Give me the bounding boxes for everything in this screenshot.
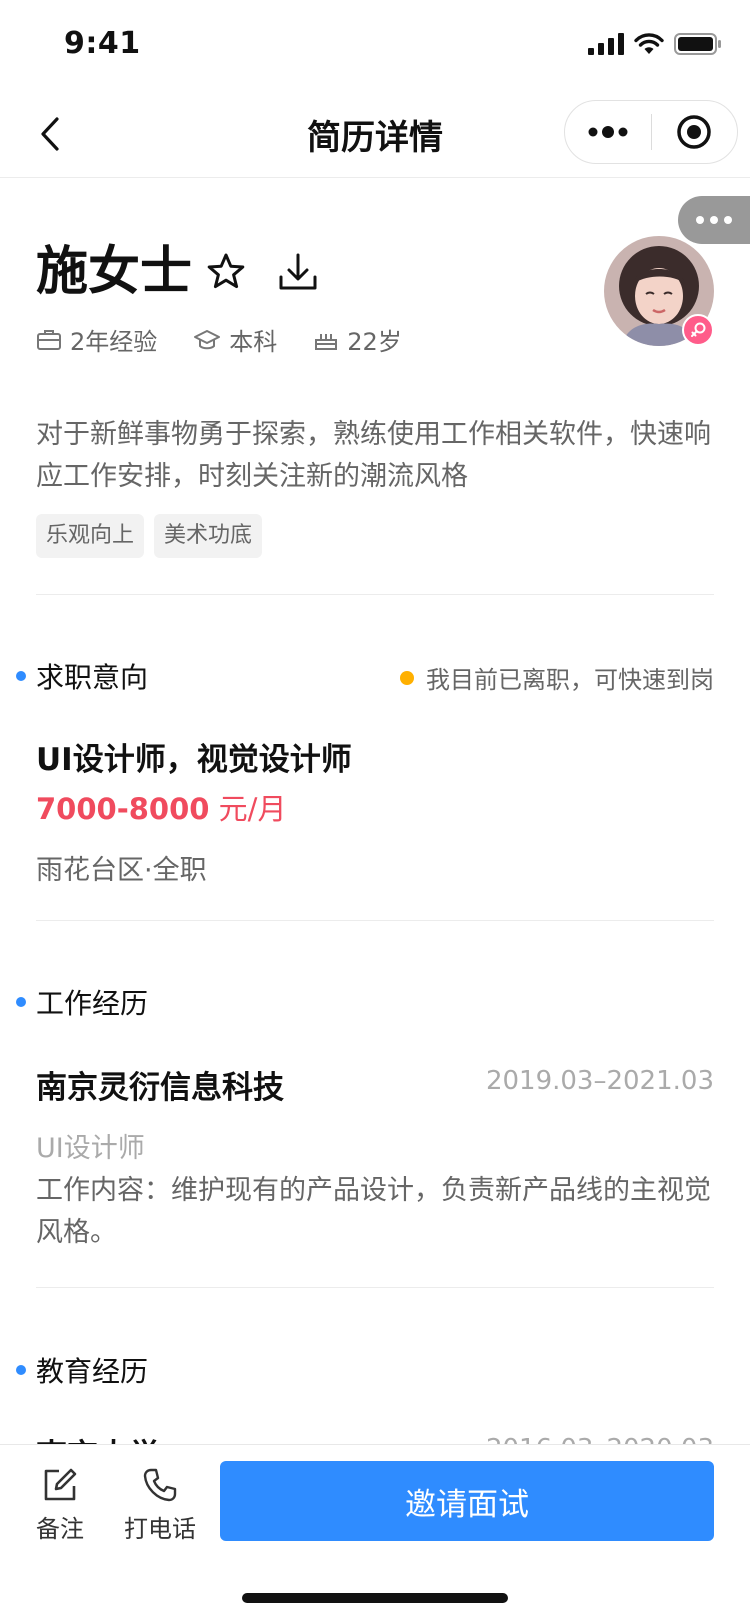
salary-unit: 元/月 [209, 792, 287, 826]
target-circle-icon [677, 115, 711, 149]
experience-item: 2年经验 [36, 322, 157, 357]
work-description: 工作内容：维护现有的产品设计，负责新产品线的主视觉风格。 [36, 1175, 711, 1248]
section-dot [16, 997, 26, 1007]
call-button[interactable]: 打电话 [120, 1467, 200, 1544]
mini-program-capsule [564, 100, 738, 164]
expected-salary: 7000-8000 元/月 [36, 786, 286, 828]
tag: 乐观向上 [36, 514, 145, 558]
section-education: 教育经历 [16, 1350, 148, 1390]
divider [36, 1287, 714, 1288]
more-button[interactable] [565, 101, 651, 163]
briefcase-icon [37, 329, 61, 350]
female-icon [691, 322, 706, 337]
experience-text: 2年经验 [70, 328, 158, 356]
home-indicator [242, 1593, 508, 1603]
more-dots-icon [588, 126, 628, 138]
close-mini-program-button[interactable] [652, 101, 738, 163]
candidate-name: 施女士 [36, 242, 193, 302]
tag-list: 乐观向上 美术功底 [36, 514, 263, 558]
divider [36, 594, 714, 595]
job-location: 雨花台区·全职 [36, 855, 207, 886]
job-status-text: 我目前已离职，可快速到岗 [426, 666, 714, 694]
company-name: 南京灵衍信息科技 [36, 1070, 284, 1106]
intended-position: UI设计师，视觉设计师 [36, 742, 352, 778]
dot-icon [724, 216, 732, 224]
age-item: 22岁 [313, 322, 402, 357]
work-period: 2019.03–2021.03 [485, 1066, 714, 1096]
graduation-cap-icon [194, 329, 221, 349]
section-work-experience: 工作经历 [16, 982, 148, 1022]
note-label: 备注 [36, 1515, 84, 1543]
candidate-meta: 2年经验 本科 22岁 [36, 322, 438, 357]
cake-icon [315, 333, 338, 350]
bottom-action-bar: 备注 打电话 邀请面试 [0, 1444, 750, 1624]
job-status: 我目前已离职，可快速到岗 [400, 660, 714, 695]
work-role: UI设计师 [36, 1133, 145, 1164]
section-title: 教育经历 [36, 1355, 149, 1388]
section-title: 求职意向 [36, 661, 149, 694]
divider [36, 920, 714, 921]
section-job-intent: 求职意向 [16, 656, 148, 696]
education-item: 本科 [193, 322, 277, 357]
navigation-bar: 简历详情 [0, 90, 750, 178]
edit-note-icon [44, 1468, 77, 1501]
female-badge [682, 314, 714, 346]
status-time: 9:41 [64, 26, 141, 61]
status-dot [400, 670, 414, 685]
invite-interview-button[interactable]: 邀请面试 [220, 1461, 714, 1541]
section-title: 工作经历 [36, 987, 149, 1020]
salary-range: 7000-8000 [36, 792, 210, 826]
download-resume-button[interactable] [276, 250, 320, 294]
note-button[interactable]: 备注 [20, 1467, 100, 1544]
battery-icon [674, 33, 721, 55]
dot-icon [710, 216, 718, 224]
phone-icon [143, 1468, 177, 1502]
section-dot [16, 671, 26, 681]
star-icon [207, 253, 245, 289]
wifi-icon [634, 33, 664, 54]
section-dot [16, 1365, 26, 1375]
education-text: 本科 [229, 328, 278, 356]
tag: 美术功底 [154, 514, 263, 558]
dot-icon [696, 216, 704, 224]
self-introduction: 对于新鲜事物勇于探索，熟练使用工作相关软件，快速响应工作安排，时刻关注新的潮流风… [36, 419, 711, 492]
floating-more-button[interactable] [678, 196, 750, 244]
call-label: 打电话 [124, 1515, 196, 1543]
age-text: 22岁 [347, 328, 402, 356]
signal-icon [588, 33, 624, 55]
status-icons [588, 32, 722, 56]
download-icon [279, 253, 317, 290]
favorite-button[interactable] [204, 250, 248, 294]
status-bar: 9:41 [0, 0, 750, 90]
